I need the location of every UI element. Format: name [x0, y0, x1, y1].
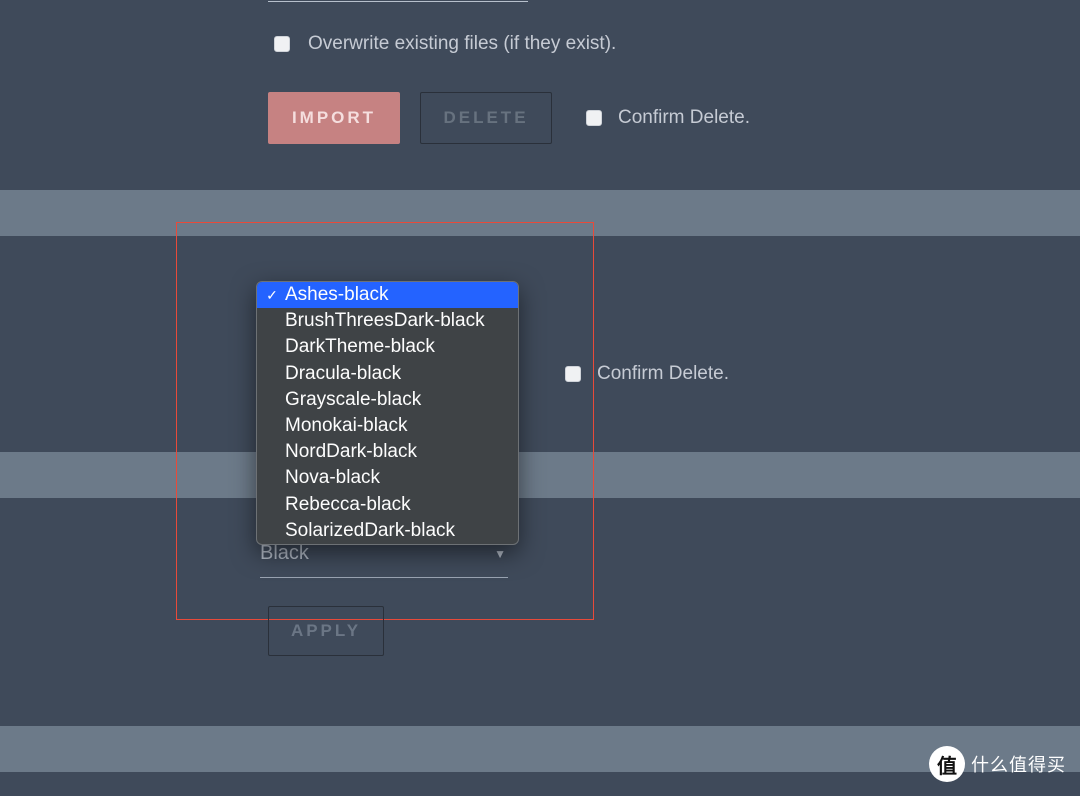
- check-icon: ✓: [265, 287, 279, 304]
- theme-option[interactable]: Dracula-black: [257, 361, 518, 387]
- theme-option-label: NordDark-black: [285, 441, 417, 463]
- brand-logo-icon: 值: [929, 746, 965, 782]
- theme-option-label: Dracula-black: [285, 363, 401, 385]
- variant-select-value: Black: [260, 542, 309, 565]
- theme-option-label: Monokai-black: [285, 415, 408, 437]
- import-source-input-underline[interactable]: [268, 1, 528, 2]
- theme-option[interactable]: Grayscale-black: [257, 387, 518, 413]
- import-button[interactable]: IMPORT: [268, 92, 400, 144]
- theme-option[interactable]: DarkTheme-black: [257, 334, 518, 360]
- mid-confirm-delete-checkbox[interactable]: [565, 366, 581, 382]
- theme-option-label: Rebecca-black: [285, 494, 411, 516]
- theme-option[interactable]: Monokai-black: [257, 413, 518, 439]
- confirm-delete-checkbox[interactable]: [586, 110, 602, 126]
- theme-dropdown-list[interactable]: ✓ Ashes-black BrushThreesDark-black DarkThe…: [256, 281, 519, 545]
- confirm-delete-label: Confirm Delete.: [618, 107, 750, 129]
- apply-button[interactable]: APPLY: [268, 606, 384, 656]
- theme-option[interactable]: Nova-black: [257, 465, 518, 491]
- import-actions-row: IMPORT DELETE Confirm Delete.: [268, 92, 750, 144]
- theme-option[interactable]: BrushThreesDark-black: [257, 308, 518, 334]
- theme-option[interactable]: NordDark-black: [257, 439, 518, 465]
- mid-confirm-delete-label: Confirm Delete.: [597, 363, 729, 385]
- confirm-delete-group: Confirm Delete.: [586, 107, 750, 129]
- theme-option-label: DarkTheme-black: [285, 336, 435, 358]
- theme-option-label: SolarizedDark-black: [285, 520, 455, 542]
- overwrite-checkbox[interactable]: [274, 36, 290, 52]
- mid-confirm-delete-group: Confirm Delete.: [565, 363, 729, 385]
- theme-option-label: Grayscale-black: [285, 389, 421, 411]
- caret-down-icon: ▼: [494, 547, 506, 561]
- theme-option[interactable]: ✓ Ashes-black: [257, 282, 518, 308]
- brand-text: 什么值得买: [971, 751, 1066, 777]
- theme-option-label: Ashes-black: [285, 284, 389, 306]
- variant-select[interactable]: Black ▼: [260, 542, 508, 578]
- theme-option-label: Nova-black: [285, 467, 380, 489]
- theme-option-label: BrushThreesDark-black: [285, 310, 485, 332]
- theme-option[interactable]: Rebecca-black: [257, 492, 518, 518]
- brand-badge: 值 什么值得买: [929, 746, 1066, 782]
- overwrite-label: Overwrite existing files (if they exist)…: [308, 33, 616, 55]
- delete-button[interactable]: DELETE: [420, 92, 552, 144]
- theme-option[interactable]: SolarizedDark-black: [257, 518, 518, 544]
- overwrite-row: Overwrite existing files (if they exist)…: [274, 33, 616, 55]
